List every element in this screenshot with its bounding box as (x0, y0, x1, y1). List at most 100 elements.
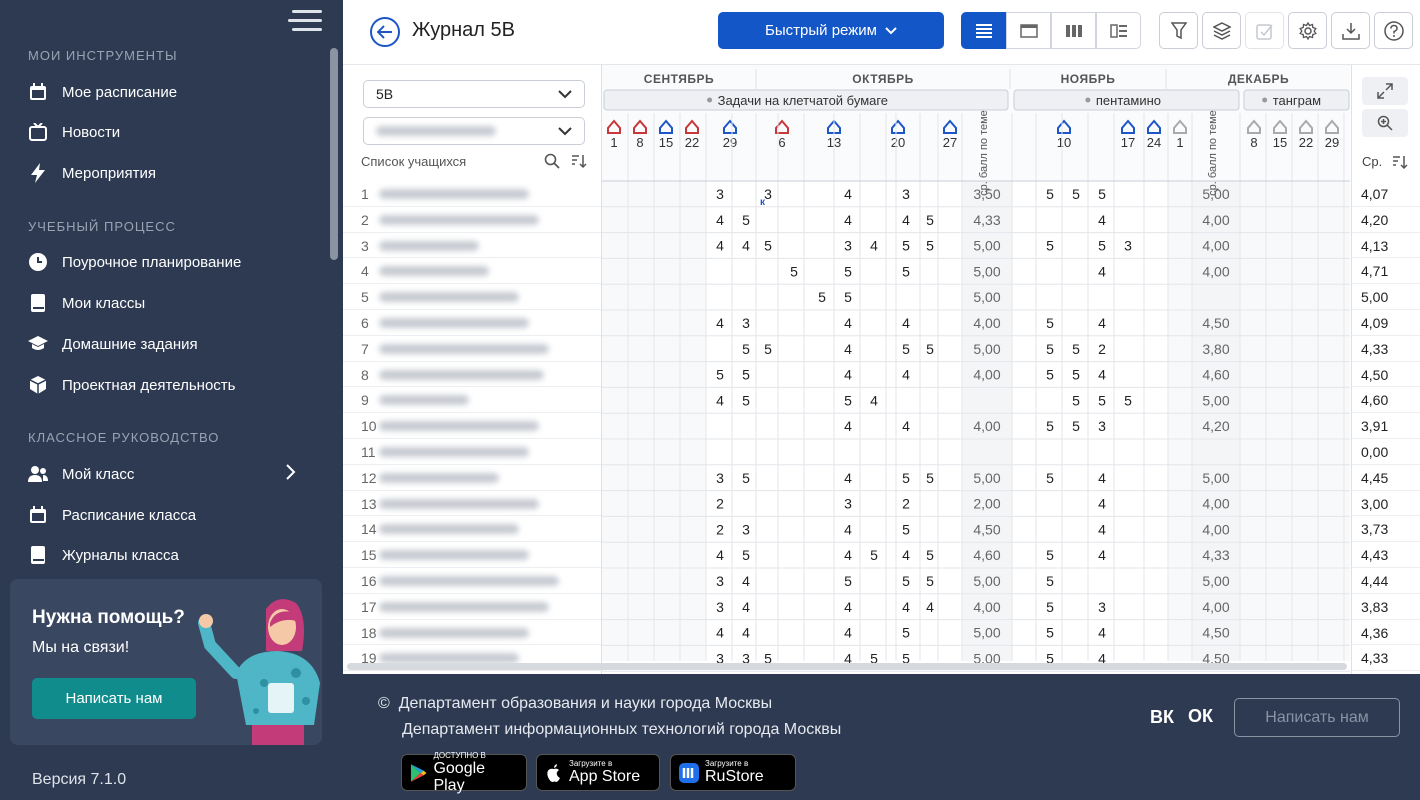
student-name-blurred (379, 524, 519, 535)
date-label: 20 (891, 135, 905, 150)
student-row[interactable]: 3 (343, 233, 601, 259)
student-row[interactable]: 8 (343, 362, 601, 388)
blurred-subject-value (376, 126, 496, 136)
grade-value: 5 (764, 238, 772, 254)
student-row[interactable]: 7 (343, 336, 601, 362)
sidebar-item-class-schedule[interactable]: Расписание класса (28, 501, 196, 529)
sidebar-item-label: Новости (62, 123, 121, 141)
topic-average-value: 4,60 (973, 547, 1000, 563)
student-row[interactable]: 14 (343, 516, 601, 543)
grade-value: 4 (844, 470, 852, 486)
split-view-button[interactable] (1096, 12, 1141, 49)
copyright-line-1: © Департамент образования и науки города… (378, 695, 772, 713)
student-row[interactable]: 9 (343, 387, 601, 414)
columns-view-button[interactable] (1051, 12, 1096, 49)
columns-view-icon (1065, 24, 1082, 37)
grade-value: 4 (716, 212, 724, 228)
grade-value: 5 (1098, 186, 1106, 202)
grade-value: 4 (844, 186, 852, 202)
sidebar-item-news[interactable]: Новости (28, 118, 120, 146)
student-average: 4,33 (1352, 645, 1420, 672)
sidebar-item-homework[interactable]: Домашние задания (28, 330, 198, 358)
student-name-blurred (379, 343, 549, 354)
date-label: 27 (943, 135, 957, 150)
expand-button[interactable] (1362, 77, 1408, 105)
horizontal-scrollbar[interactable] (347, 663, 1347, 670)
sidebar-item-my-classes[interactable]: Мои классы (28, 289, 145, 317)
help-write-button[interactable]: Написать нам (32, 678, 196, 719)
student-row[interactable]: 18 (343, 620, 601, 646)
single-view-button[interactable] (1006, 12, 1051, 49)
topic-average-value: 5,00 (973, 238, 1000, 254)
apple-icon (547, 763, 560, 782)
student-name-blurred (379, 446, 529, 457)
average-values-list: 4,07 4,20 4,13 4,71 5,00 4,09 4,33 4,50 4,60 3,91… (1352, 181, 1420, 672)
chevron-right-icon[interactable] (285, 463, 297, 486)
student-average: 5,00 (1352, 284, 1420, 310)
download-button[interactable] (1331, 12, 1370, 49)
student-row[interactable]: 16 (343, 568, 601, 594)
settings-button[interactable] (1288, 12, 1327, 49)
sort-icon[interactable] (1392, 154, 1408, 170)
grade-value: 5 (902, 521, 910, 537)
check-button[interactable] (1245, 12, 1284, 49)
student-average: 0,00 (1352, 439, 1420, 465)
menu-toggle-button[interactable] (286, 8, 326, 34)
sidebar-item-lesson-planning[interactable]: Поурочное планирование (28, 248, 241, 276)
ok-icon[interactable]: ОК (1188, 706, 1213, 727)
student-row[interactable]: 13 (343, 491, 601, 517)
help-button[interactable] (1374, 12, 1413, 49)
student-row[interactable]: 4 (343, 258, 601, 285)
filter-button[interactable] (1159, 12, 1198, 49)
grade-value: 5 (1046, 341, 1054, 357)
rustore-badge[interactable]: Загрузите в RuStore (670, 754, 796, 791)
student-row[interactable]: 11 (343, 439, 601, 465)
sort-icon[interactable] (571, 153, 587, 169)
sidebar-item-projects[interactable]: Проектная деятельность (28, 371, 235, 399)
sidebar-scrollbar[interactable] (330, 48, 338, 260)
student-average: 4,50 (1352, 362, 1420, 388)
student-row[interactable]: 1 (343, 181, 601, 207)
page-title: Журнал 5В (412, 19, 515, 41)
grade-value: 3 (1098, 418, 1106, 434)
page-header: Журнал 5В Быстрый режим (343, 0, 1420, 64)
past-dates-bg (1168, 181, 1192, 661)
list-view-button[interactable] (961, 12, 1006, 49)
back-button[interactable] (370, 17, 400, 47)
student-row[interactable]: 15 (343, 542, 601, 568)
class-select[interactable]: 5В (363, 80, 585, 108)
student-row[interactable]: 12 (343, 465, 601, 491)
footer-write-button[interactable]: Написать нам (1234, 698, 1400, 737)
student-row[interactable]: 2 (343, 207, 601, 233)
student-row[interactable]: 5 (343, 284, 601, 310)
topic-average-value: 4,33 (1202, 547, 1229, 563)
sidebar-item-events[interactable]: Мероприятия (28, 159, 156, 187)
grade-value: 3 (716, 470, 724, 486)
app-store-badge[interactable]: Загрузите в App Store (536, 754, 660, 791)
sidebar-item-my-class[interactable]: Мой класс (28, 460, 134, 488)
grade-value: 5 (764, 341, 772, 357)
google-play-badge[interactable]: ДОСТУПНО В Google Play (401, 751, 527, 794)
layers-button[interactable] (1202, 12, 1241, 49)
search-icon[interactable] (544, 153, 560, 169)
grade-value: 4 (844, 341, 852, 357)
quick-mode-dropdown[interactable]: Быстрый режим (718, 12, 944, 49)
subject-select[interactable] (363, 117, 585, 145)
student-row[interactable]: 17 (343, 594, 601, 620)
student-row[interactable]: 6 (343, 310, 601, 336)
sidebar-item-class-journals[interactable]: Журналы класса (28, 541, 179, 569)
grade-value: 2 (716, 521, 724, 537)
topic-average-value: 4,00 (1202, 599, 1229, 615)
student-row[interactable]: 10 (343, 413, 601, 439)
student-average: 4,13 (1352, 233, 1420, 259)
page-footer: © Департамент образования и науки города… (343, 674, 1420, 800)
grade-value: 4 (1098, 263, 1106, 279)
sidebar-item-schedule[interactable]: Мое расписание (28, 78, 177, 106)
student-name-blurred (379, 575, 559, 586)
zoom-button[interactable] (1362, 109, 1408, 137)
tv-icon (28, 122, 48, 142)
support-mascot-illustration (198, 599, 320, 745)
topic-label: Задачи на клетчатой бумаге (718, 93, 888, 108)
vk-icon[interactable]: ВК (1150, 707, 1174, 728)
student-average: 4,33 (1352, 336, 1420, 362)
